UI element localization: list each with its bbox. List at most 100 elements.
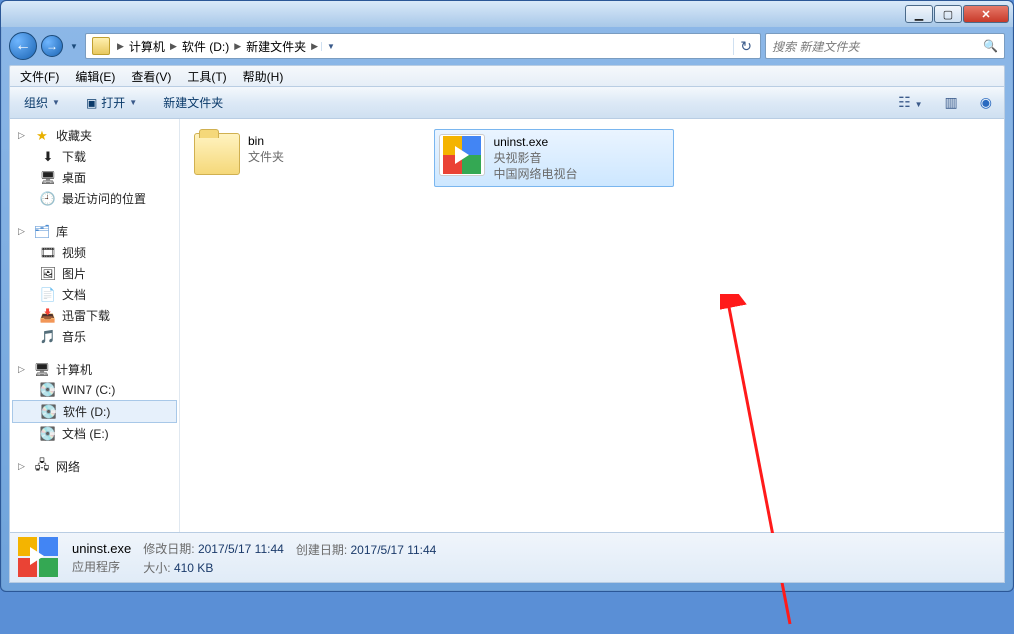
help-button[interactable]: ◉ xyxy=(974,91,998,114)
sidebar-item-downloads[interactable]: ⬇ 下载 xyxy=(10,146,179,167)
sidebar-libraries-group: ▷🗂库 🎞视频 🖼图片 📄文档 📥迅雷下载 🎵音乐 xyxy=(10,221,179,347)
organize-button[interactable]: 组织 ▼ xyxy=(16,91,68,114)
menu-tools[interactable]: 工具(T) xyxy=(181,66,232,87)
library-icon: 🗂 xyxy=(34,224,50,240)
search-input[interactable]: 搜索 新建文件夹 🔍 xyxy=(765,33,1005,59)
sidebar-favorites-header[interactable]: ▷★收藏夹 xyxy=(10,125,179,146)
details-file-type: 应用程序 xyxy=(72,558,131,575)
close-button[interactable] xyxy=(963,5,1009,23)
sidebar-network-group: ▷🖧网络 xyxy=(10,456,179,477)
breadcrumb-item[interactable]: 新建文件夹 xyxy=(244,38,308,55)
titlebar[interactable] xyxy=(1,1,1013,27)
preview-pane-button[interactable]: ▥ xyxy=(939,91,964,114)
chevron-right-icon[interactable]: ▶ xyxy=(308,41,321,52)
chevron-down-icon: ▼ xyxy=(52,98,60,107)
main-area: ▷★收藏夹 ⬇下载 🖥桌面 🕘最近访问的位置 ▷🗂库 🎞视频 🖼图片 📄文档 📥… xyxy=(9,119,1005,533)
open-label: 打开 xyxy=(101,94,125,111)
disclosure-icon[interactable]: ▷ xyxy=(18,226,28,237)
sidebar-header-label: 计算机 xyxy=(56,361,92,378)
breadcrumb-item[interactable]: 计算机 xyxy=(127,38,167,55)
sidebar-libraries-header[interactable]: ▷🗂库 xyxy=(10,221,179,242)
network-icon: 🖧 xyxy=(34,459,50,475)
app-icon: ▣ xyxy=(86,96,97,110)
file-item-folder[interactable]: bin 文件夹 xyxy=(190,129,430,179)
file-info: uninst.exe 央视影音 中国网络电视台 xyxy=(493,134,577,182)
sidebar-computer-group: ▷ 🖥 计算机 💽WIN7 (C:) 💽软件 (D:) 💽文档 (E:) xyxy=(10,359,179,444)
minimize-button[interactable] xyxy=(905,5,933,23)
disclosure-icon[interactable]: ▷ xyxy=(18,461,28,472)
picture-icon: 🖼 xyxy=(40,266,56,282)
refresh-button[interactable]: ↻ xyxy=(733,38,758,55)
recent-icon: 🕘 xyxy=(40,191,56,207)
computer-icon: 🖥 xyxy=(34,362,50,378)
organize-label: 组织 xyxy=(24,94,48,111)
breadcrumb-item[interactable]: 软件 (D:) xyxy=(180,38,231,55)
navigation-pane[interactable]: ▷★收藏夹 ⬇下载 🖥桌面 🕘最近访问的位置 ▷🗂库 🎞视频 🖼图片 📄文档 📥… xyxy=(10,119,180,532)
nav-forward-button[interactable]: → xyxy=(41,35,63,57)
nav-row: ← → ▼ ▶ 计算机 ▶ 软件 (D:) ▶ 新建文件夹 ▶ ▼ ↻ 搜索 新… xyxy=(9,29,1005,63)
folder-icon xyxy=(194,133,240,175)
address-dropdown[interactable]: ▼ xyxy=(321,42,340,51)
sidebar-item-label: 音乐 xyxy=(62,328,86,345)
sidebar-item-desktop[interactable]: 🖥桌面 xyxy=(10,167,179,188)
nav-history-dropdown[interactable]: ▼ xyxy=(67,32,81,60)
sidebar-item-drive-d[interactable]: 💽软件 (D:) xyxy=(12,400,177,423)
view-options-button[interactable]: ☷ ▼ xyxy=(892,91,928,114)
sidebar-item-music[interactable]: 🎵音乐 xyxy=(10,326,179,347)
open-button[interactable]: ▣ 打开 ▼ xyxy=(78,91,145,114)
chevron-right-icon[interactable]: ▶ xyxy=(114,41,127,52)
details-file-name: uninst.exe xyxy=(72,541,131,556)
address-bar[interactable]: ▶ 计算机 ▶ 软件 (D:) ▶ 新建文件夹 ▶ ▼ ↻ xyxy=(85,33,761,59)
search-icon[interactable]: 🔍 xyxy=(983,39,998,53)
file-description: 央视影音 xyxy=(493,150,577,166)
file-company: 中国网络电视台 xyxy=(493,166,577,182)
desktop-icon: 🖥 xyxy=(40,170,56,186)
details-mdate: 2017/5/17 11:44 xyxy=(198,542,284,556)
file-item-exe[interactable]: uninst.exe 央视影音 中国网络电视台 xyxy=(434,129,674,187)
files-pane[interactable]: bin 文件夹 uninst.exe 央视影音 中国网络电视台 xyxy=(180,119,1004,532)
new-folder-button[interactable]: 新建文件夹 xyxy=(155,91,231,114)
file-name: bin xyxy=(248,133,284,149)
download-icon: 📥 xyxy=(40,308,56,324)
sidebar-item-label: 下载 xyxy=(62,148,86,165)
search-placeholder: 搜索 新建文件夹 xyxy=(772,38,859,55)
sidebar-favorites-group: ▷★收藏夹 ⬇ 下载 🖥桌面 🕘最近访问的位置 xyxy=(10,125,179,209)
maximize-button[interactable] xyxy=(934,5,962,23)
details-size-label: 大小: xyxy=(143,561,170,575)
command-bar: 组织 ▼ ▣ 打开 ▼ 新建文件夹 ☷ ▼ ▥ ◉ xyxy=(9,87,1005,119)
sidebar-item-pictures[interactable]: 🖼图片 xyxy=(10,263,179,284)
menu-bar: 文件(F) 编辑(E) 查看(V) 工具(T) 帮助(H) xyxy=(9,65,1005,87)
chevron-right-icon[interactable]: ▶ xyxy=(231,41,244,52)
disclosure-icon[interactable]: ▷ xyxy=(18,130,28,141)
chevron-down-icon: ▼ xyxy=(129,98,137,107)
sidebar-header-label: 收藏夹 xyxy=(56,127,92,144)
nav-back-button[interactable]: ← xyxy=(9,32,37,60)
details-created-col: 创建日期: 2017/5/17 11:44 xyxy=(296,541,437,574)
sidebar-network-header[interactable]: ▷🖧网络 xyxy=(10,456,179,477)
menu-view[interactable]: 查看(V) xyxy=(125,66,177,87)
document-icon: 📄 xyxy=(40,287,56,303)
download-icon: ⬇ xyxy=(40,149,56,165)
details-dates-col: 修改日期: 2017/5/17 11:44 大小: 410 KB xyxy=(143,540,284,576)
menu-file[interactable]: 文件(F) xyxy=(14,66,65,87)
sidebar-item-drive-e[interactable]: 💽文档 (E:) xyxy=(10,423,179,444)
chevron-right-icon[interactable]: ▶ xyxy=(167,41,180,52)
sidebar-item-label: 文档 xyxy=(62,286,86,303)
cbox-logo-icon xyxy=(443,136,481,174)
sidebar-item-drive-c[interactable]: 💽WIN7 (C:) xyxy=(10,380,179,400)
details-cdate-label: 创建日期: xyxy=(296,543,347,557)
menu-edit[interactable]: 编辑(E) xyxy=(69,66,121,87)
sidebar-item-label: WIN7 (C:) xyxy=(62,383,115,397)
details-cdate: 2017/5/17 11:44 xyxy=(351,543,437,557)
sidebar-item-recent[interactable]: 🕘最近访问的位置 xyxy=(10,188,179,209)
sidebar-item-documents[interactable]: 📄 文档 xyxy=(10,284,179,305)
menu-help[interactable]: 帮助(H) xyxy=(237,66,290,87)
details-icon xyxy=(18,537,60,579)
app-icon xyxy=(439,134,485,176)
sidebar-computer-header[interactable]: ▷ 🖥 计算机 xyxy=(10,359,179,380)
sidebar-item-videos[interactable]: 🎞视频 xyxy=(10,242,179,263)
sidebar-item-xunlei[interactable]: 📥迅雷下载 xyxy=(10,305,179,326)
file-name: uninst.exe xyxy=(493,134,577,150)
annotation-arrow xyxy=(720,294,840,634)
disclosure-icon[interactable]: ▷ xyxy=(18,364,28,375)
